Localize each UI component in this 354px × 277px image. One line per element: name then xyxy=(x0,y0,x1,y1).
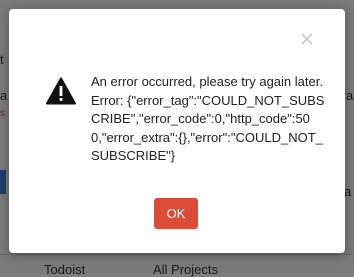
background-text-fragment: t xyxy=(0,52,4,67)
background-text-fragment: a xyxy=(346,88,354,103)
background-divider xyxy=(0,254,354,255)
close-x-icon[interactable] xyxy=(299,31,315,47)
ok-button[interactable]: OK xyxy=(154,198,198,229)
background-footer-todoist: Todoist xyxy=(44,262,86,277)
warning-triangle-icon xyxy=(46,77,76,105)
error-message: An error occurred, please try again late… xyxy=(91,74,325,163)
background-text-fragment: a xyxy=(344,184,352,199)
background-blue-edge xyxy=(0,170,6,194)
error-dialog: An error occurred, please try again late… xyxy=(9,9,345,253)
background-footer-all-projects: All Projects xyxy=(153,262,219,277)
background-text-fragment: a xyxy=(0,88,8,103)
background-error-fragment: s xyxy=(0,108,5,119)
